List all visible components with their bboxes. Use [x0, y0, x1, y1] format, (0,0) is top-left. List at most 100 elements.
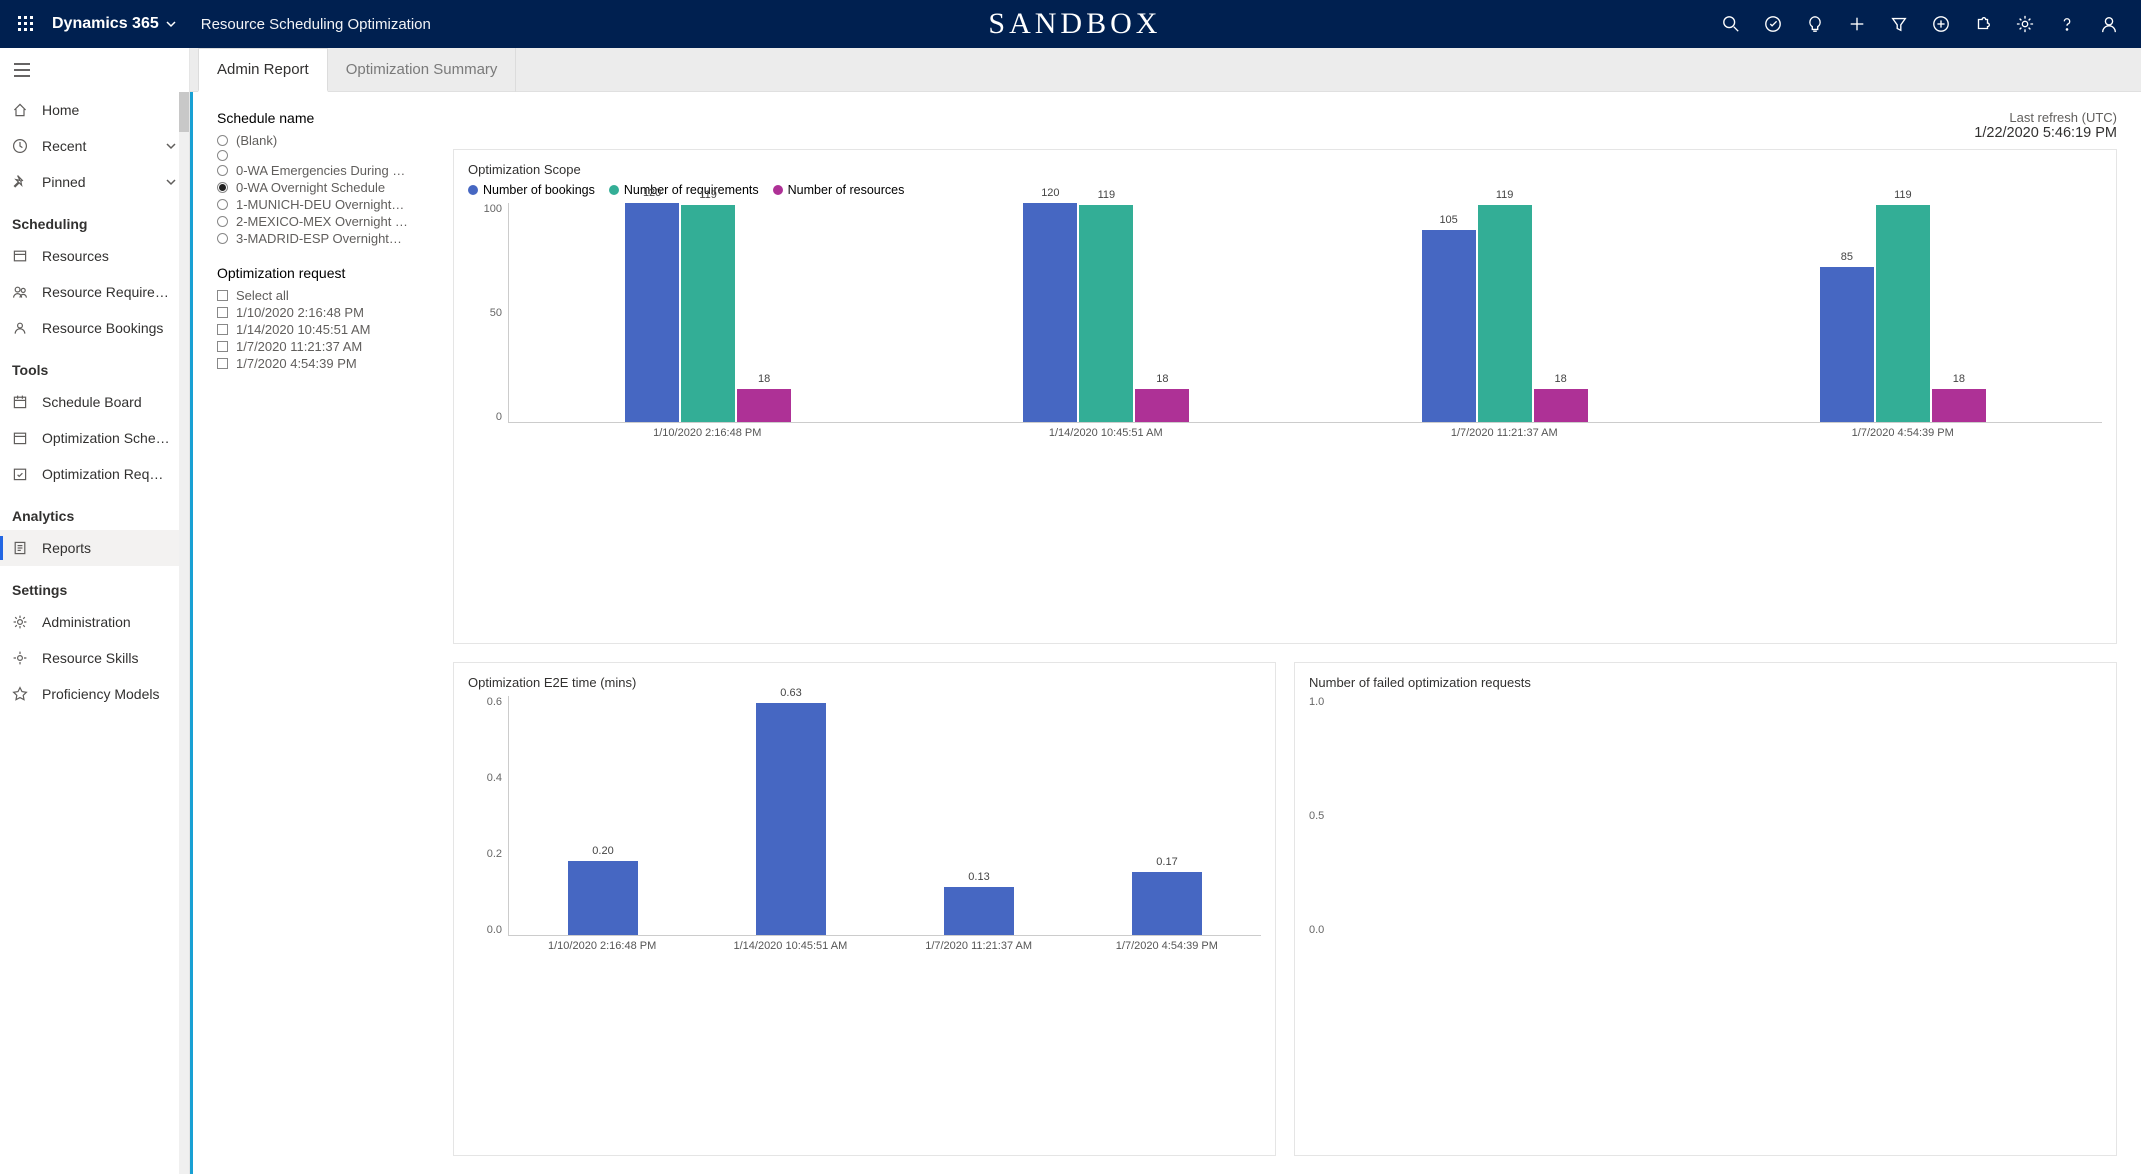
request-icon	[12, 466, 28, 482]
pin-icon	[12, 174, 28, 190]
nav-label: Recent	[42, 138, 86, 154]
nav-proficiency-models[interactable]: Proficiency Models	[0, 676, 189, 712]
nav-resource-bookings[interactable]: Resource Bookings	[0, 310, 189, 346]
legend-item: Number of bookings	[483, 183, 595, 197]
add-record-icon[interactable]	[1929, 12, 1953, 36]
people-icon	[12, 284, 28, 300]
option-label: 1/7/2020 4:54:39 PM	[236, 356, 357, 371]
nav-resource-skills[interactable]: Resource Skills	[0, 640, 189, 676]
option-label: 1/14/2020 10:45:51 AM	[236, 322, 370, 337]
bookings-icon	[12, 320, 28, 336]
help-icon[interactable]	[2055, 12, 2079, 36]
left-sidebar: Home Recent Pinned Scheduling Resources …	[0, 48, 190, 1174]
search-icon[interactable]	[1719, 12, 1743, 36]
request-option[interactable]: 1/7/2020 11:21:37 AM	[217, 338, 437, 355]
nav-label: Optimization Sche…	[42, 430, 170, 446]
user-icon[interactable]	[2097, 12, 2121, 36]
tab-optimization-summary[interactable]: Optimization Summary	[328, 48, 517, 92]
nav-label: Schedule Board	[42, 394, 142, 410]
top-nav-bar: Dynamics 365 Resource Scheduling Optimiz…	[0, 0, 2141, 48]
schedule-option[interactable]: 0-WA Overnight Schedule	[217, 179, 437, 196]
nav-label: Reports	[42, 540, 91, 556]
chevron-down-icon	[165, 140, 177, 152]
lightbulb-icon[interactable]	[1803, 12, 1827, 36]
brand-dropdown[interactable]: Dynamics 365	[52, 15, 177, 33]
radio-icon	[217, 135, 228, 146]
clock-icon	[12, 138, 28, 154]
nav-optimization-schedules[interactable]: Optimization Sche…	[0, 420, 189, 456]
tab-admin-report[interactable]: Admin Report	[198, 48, 328, 92]
chart-e2e-time: Optimization E2E time (mins) 0.60.40.20.…	[453, 662, 1276, 1157]
option-label: (Blank)	[236, 133, 277, 148]
nav-label: Proficiency Models	[42, 686, 160, 702]
app-launcher-icon[interactable]	[8, 6, 44, 42]
radio-icon	[217, 233, 228, 244]
sidebar-scrollbar[interactable]	[179, 92, 189, 1174]
schedule-option[interactable]	[217, 149, 437, 162]
nav-section-scheduling: Scheduling	[0, 200, 189, 238]
resources-icon	[12, 248, 28, 264]
tab-label: Optimization Summary	[346, 61, 498, 78]
option-label: 3-MADRID-ESP Overnight…	[236, 231, 402, 246]
radio-icon	[217, 182, 228, 193]
option-label: 0-WA Overnight Schedule	[236, 180, 385, 195]
nav-label: Resources	[42, 248, 109, 264]
plus-icon[interactable]	[1845, 12, 1869, 36]
filter-requests-list: Select all 1/10/2020 2:16:48 PM 1/14/2020 …	[217, 287, 437, 372]
schedule-option[interactable]: (Blank)	[217, 132, 437, 149]
request-option[interactable]: Select all	[217, 287, 437, 304]
tab-bar: Admin Report Optimization Summary	[190, 48, 2141, 92]
request-option[interactable]: 1/14/2020 10:45:51 AM	[217, 321, 437, 338]
home-icon	[12, 102, 28, 118]
legend-item: Number of resources	[788, 183, 905, 197]
chevron-down-icon	[165, 18, 177, 30]
sidebar-toggle-icon[interactable]	[0, 48, 44, 92]
filter-icon[interactable]	[1887, 12, 1911, 36]
nav-administration[interactable]: Administration	[0, 604, 189, 640]
radio-icon	[217, 216, 228, 227]
request-option[interactable]: 1/10/2020 2:16:48 PM	[217, 304, 437, 321]
task-icon[interactable]	[1761, 12, 1785, 36]
option-label: 1/10/2020 2:16:48 PM	[236, 305, 364, 320]
filter-requests-title: Optimization request	[217, 265, 437, 281]
schedule-option[interactable]: 3-MADRID-ESP Overnight…	[217, 230, 437, 247]
app-subtitle: Resource Scheduling Optimization	[201, 16, 431, 33]
nav-resource-requirements[interactable]: Resource Require…	[0, 274, 189, 310]
radio-icon	[217, 199, 228, 210]
nav-pinned[interactable]: Pinned	[0, 164, 189, 200]
nav-recent[interactable]: Recent	[0, 128, 189, 164]
nav-optimization-requests[interactable]: Optimization Req…	[0, 456, 189, 492]
last-refresh-label: Last refresh (UTC)	[2009, 110, 2117, 125]
nav-label: Optimization Req…	[42, 466, 163, 482]
request-option[interactable]: 1/7/2020 4:54:39 PM	[217, 355, 437, 372]
nav-resources[interactable]: Resources	[0, 238, 189, 274]
option-label: 1/7/2020 11:21:37 AM	[236, 339, 362, 354]
gear-icon[interactable]	[2013, 12, 2037, 36]
calendar-icon	[12, 394, 28, 410]
last-refresh-value: 1/22/2020 5:46:19 PM	[1974, 125, 2117, 141]
schedule-option[interactable]: 0-WA Emergencies During …	[217, 162, 437, 179]
filter-schedule-list: (Blank) 0-WA Emergencies During …0-WA Ove…	[217, 132, 437, 247]
chart-failed-requests: Number of failed optimization requests 1…	[1294, 662, 2117, 1157]
nav-schedule-board[interactable]: Schedule Board	[0, 384, 189, 420]
tab-label: Admin Report	[217, 61, 309, 78]
nav-label: Resource Require…	[42, 284, 169, 300]
checkbox-icon	[217, 324, 228, 335]
nav-home[interactable]: Home	[0, 92, 189, 128]
nav-label: Resource Bookings	[42, 320, 163, 336]
schedule-option[interactable]: 2-MEXICO-MEX Overnight …	[217, 213, 437, 230]
nav-label: Administration	[42, 614, 131, 630]
report-icon	[12, 540, 28, 556]
puzzle-icon[interactable]	[1971, 12, 1995, 36]
chart-title: Optimization Scope	[468, 162, 2102, 177]
nav-reports[interactable]: Reports	[0, 530, 189, 566]
nav-section-tools: Tools	[0, 346, 189, 384]
filter-schedule-title: Schedule name	[217, 110, 437, 126]
nav-section-analytics: Analytics	[0, 492, 189, 530]
chart-optimization-scope: Optimization Scope Number of bookings Nu…	[453, 149, 2117, 644]
schedule-option[interactable]: 1-MUNICH-DEU Overnight…	[217, 196, 437, 213]
checkbox-icon	[217, 341, 228, 352]
option-label: 2-MEXICO-MEX Overnight …	[236, 214, 408, 229]
option-label: Select all	[236, 288, 289, 303]
checkbox-icon	[217, 358, 228, 369]
